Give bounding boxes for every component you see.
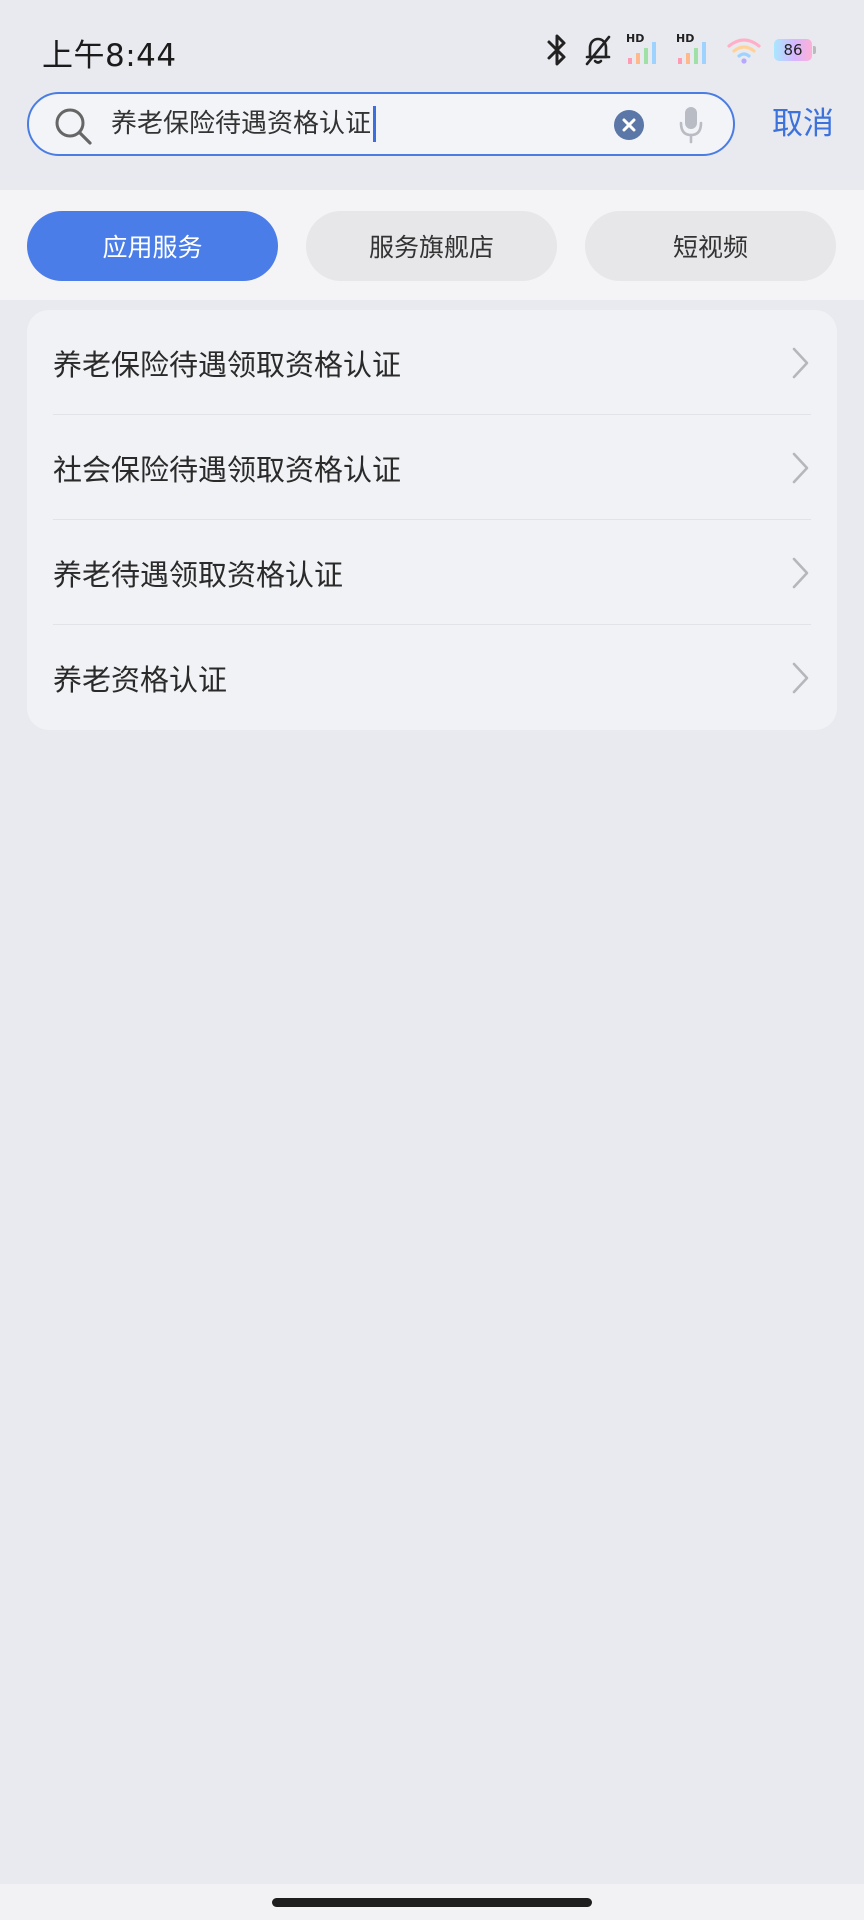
battery-icon: 86 xyxy=(774,39,816,61)
search-results-list: 养老保险待遇领取资格认证 社会保险待遇领取资格认证 养老待遇领取资格认证 养老资… xyxy=(27,310,837,730)
clear-search-icon[interactable] xyxy=(613,109,645,145)
signal-icon: HD xyxy=(676,32,714,68)
text-caret xyxy=(373,106,377,142)
search-icon xyxy=(53,106,93,150)
tab-app-services[interactable]: 应用服务 xyxy=(27,211,278,281)
list-item-label: 养老待遇领取资格认证 xyxy=(53,557,344,592)
list-item[interactable]: 养老保险待遇领取资格认证 xyxy=(27,310,837,415)
status-time: 上午8:44 xyxy=(42,38,177,74)
search-input[interactable]: 养老保险待遇资格认证 xyxy=(111,102,377,146)
chevron-right-icon xyxy=(791,346,811,384)
search-query-text: 养老保险待遇资格认证 xyxy=(111,109,372,139)
chevron-right-icon xyxy=(791,451,811,489)
chevron-right-icon xyxy=(791,556,811,594)
cancel-button[interactable]: 取消 xyxy=(772,102,834,146)
search-bar[interactable]: 养老保险待遇资格认证 xyxy=(27,92,735,156)
tab-short-videos[interactable]: 短视频 xyxy=(585,211,836,281)
wifi-icon xyxy=(726,34,762,66)
list-item-label: 社会保险待遇领取资格认证 xyxy=(53,452,402,487)
status-icons: HD HD 86 xyxy=(544,30,816,70)
status-bar: 上午8:44 HD HD 86 xyxy=(0,0,864,92)
mute-bell-icon xyxy=(582,33,614,67)
list-item[interactable]: 社会保险待遇领取资格认证 xyxy=(27,415,837,520)
result-category-tabs: 应用服务 服务旗舰店 短视频 xyxy=(0,190,864,300)
signal-icon: HD xyxy=(626,32,664,68)
home-indicator[interactable] xyxy=(272,1898,592,1907)
list-item[interactable]: 养老资格认证 xyxy=(27,625,837,730)
bluetooth-icon xyxy=(544,33,570,67)
microphone-icon[interactable] xyxy=(679,104,703,150)
chevron-right-icon xyxy=(791,661,811,699)
tab-service-flagship-stores[interactable]: 服务旗舰店 xyxy=(306,211,557,281)
list-item[interactable]: 养老待遇领取资格认证 xyxy=(27,520,837,625)
list-item-label: 养老保险待遇领取资格认证 xyxy=(53,347,402,382)
list-item-label: 养老资格认证 xyxy=(53,662,228,697)
